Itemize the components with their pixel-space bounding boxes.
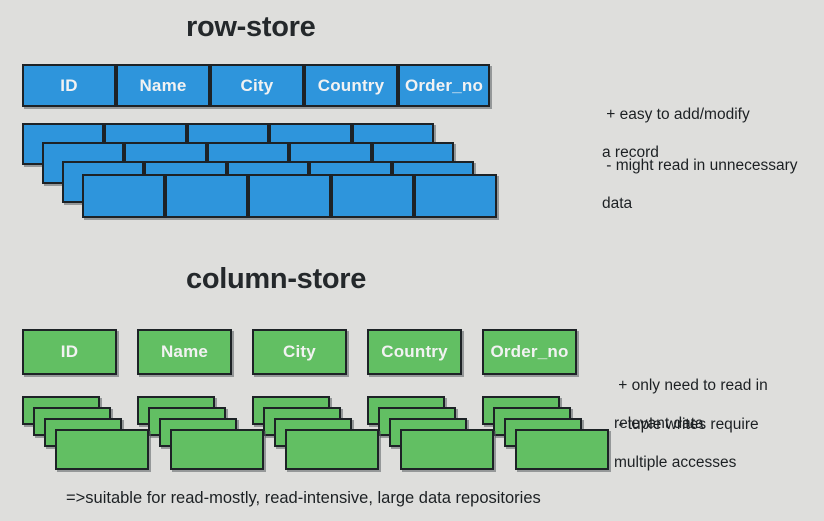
column-store-header-cell: Country xyxy=(367,329,462,375)
row-store-record-cell xyxy=(248,174,331,218)
column-store-header-cell: Name xyxy=(137,329,232,375)
row-store-con-annotation: - might read in unnecessary data xyxy=(589,137,798,251)
column-store-header-cell: City xyxy=(252,329,347,375)
column-store-title: column-store xyxy=(186,263,367,295)
column-store-value-box xyxy=(55,429,149,470)
column-store-value-box xyxy=(170,429,264,470)
row-store-con-line2: data xyxy=(602,195,633,212)
column-store-value-box xyxy=(400,429,494,470)
column-store-header-cell-label: ID xyxy=(60,342,79,361)
row-store-header-cell-label: ID xyxy=(60,75,78,95)
row-store-pro-line1: + easy to add/modify xyxy=(606,106,750,123)
column-store-value-box xyxy=(285,429,379,470)
row-store-header-cell: ID xyxy=(22,64,116,107)
column-store-header-cell: Order_no xyxy=(482,329,577,375)
summary-note: =>suitable for read-mostly, read-intensi… xyxy=(66,489,541,507)
row-store-title: row-store xyxy=(186,11,316,43)
row-store-record-cell xyxy=(165,174,248,218)
row-store-header-cell: Name xyxy=(116,64,210,107)
column-store-con-annotation: - tuple writes require multiple accesses xyxy=(601,396,759,510)
row-store-header-cell: Country xyxy=(304,64,398,107)
row-store-header-cell: City xyxy=(210,64,304,107)
row-store-record-cell xyxy=(82,174,165,218)
column-store-value-box xyxy=(515,429,609,470)
column-store-header-cell-label: Name xyxy=(160,342,209,361)
row-store-header-cell-label: City xyxy=(240,75,274,95)
column-store-header-cell: ID xyxy=(22,329,117,375)
column-store-header-cell-label: City xyxy=(283,342,316,361)
row-store-header-cell-label: Order_no xyxy=(404,75,484,95)
diagram-canvas: row-store ID Name City Country Order_no + ea… xyxy=(0,0,824,521)
row-store-record-cell xyxy=(414,174,497,218)
row-store-header-cell-label: Country xyxy=(317,75,385,95)
row-store-record-cell xyxy=(331,174,414,218)
column-store-header-cell-label: Order_no xyxy=(490,342,569,361)
column-store-pro-line1: + only need to read in xyxy=(618,377,768,394)
row-store-header-cell-label: Name xyxy=(139,75,187,95)
column-store-header-cell-label: Country xyxy=(381,342,448,361)
row-store-con-line1: - might read in unnecessary xyxy=(606,157,798,174)
row-store-header-cell: Order_no xyxy=(398,64,490,107)
column-store-con-line2: multiple accesses xyxy=(614,454,737,471)
column-store-con-line1: - tuple writes require xyxy=(618,416,759,433)
